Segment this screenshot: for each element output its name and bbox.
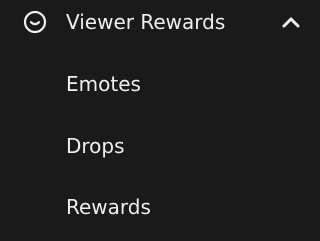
- viewer-rewards-toggle[interactable]: Viewer Rewards: [0, 0, 319, 44]
- nav-item-label: Drops: [66, 134, 125, 158]
- section-title: Viewer Rewards: [66, 10, 226, 34]
- nav-item-emotes[interactable]: Emotes: [0, 62, 319, 106]
- nav-item-rewards[interactable]: Rewards: [0, 185, 319, 229]
- nav-item-drops[interactable]: Drops: [0, 124, 319, 168]
- chevron-up-icon[interactable]: [281, 13, 301, 31]
- viewer-rewards-section: Viewer Rewards Emotes Drops Rewards: [0, 0, 319, 241]
- nav-item-label: Emotes: [66, 72, 141, 96]
- smiley-face-icon: [23, 10, 47, 34]
- nav-item-label: Rewards: [66, 195, 151, 219]
